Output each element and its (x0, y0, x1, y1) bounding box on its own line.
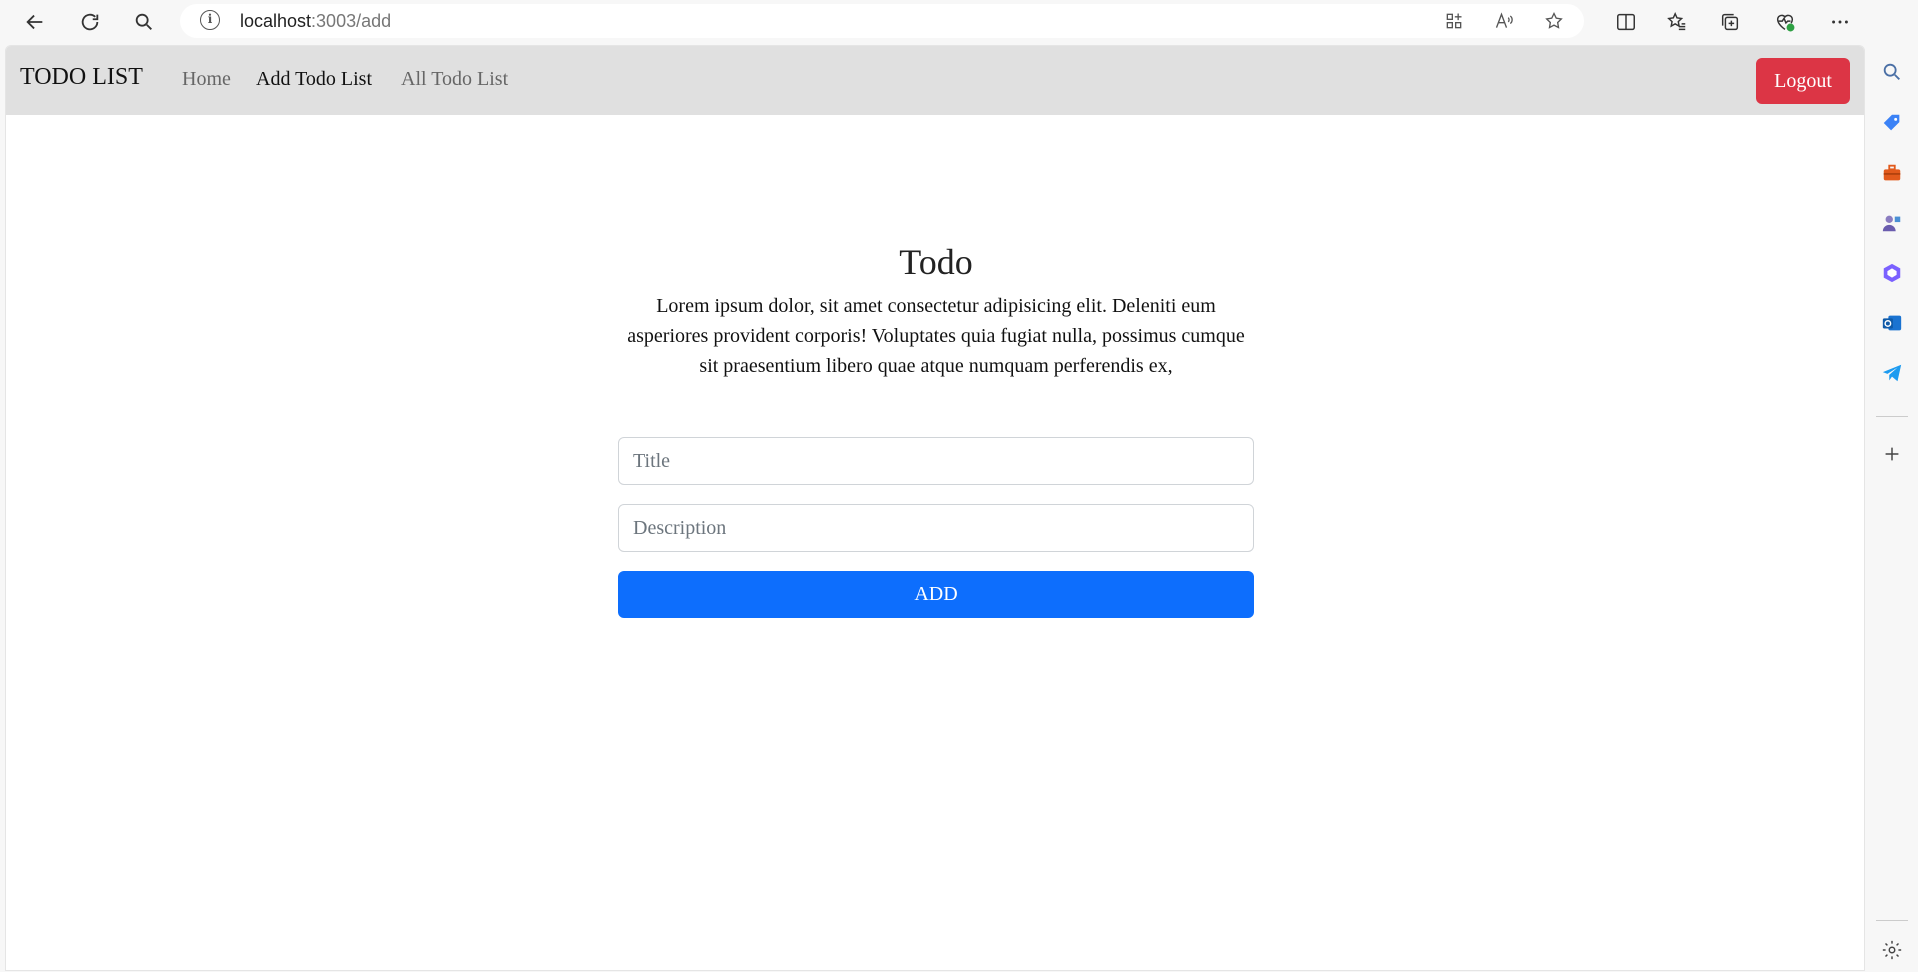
page-description: Lorem ipsum dolor, sit amet consectetur … (627, 295, 1245, 377)
read-aloud-icon[interactable] (1492, 9, 1516, 33)
nav-link-all-todo[interactable]: All Todo List (401, 68, 508, 91)
favorite-star-icon[interactable] (1542, 9, 1566, 33)
settings-icon[interactable] (1880, 938, 1904, 962)
office-icon[interactable] (1880, 261, 1904, 285)
logout-button[interactable]: Logout (1756, 58, 1850, 104)
edge-sidebar (1866, 0, 1918, 972)
page-title: Todo (899, 242, 973, 282)
url-text[interactable]: localhost:3003/add (240, 11, 391, 32)
collections-icon[interactable] (1716, 8, 1744, 36)
favorites-icon[interactable] (1663, 8, 1691, 36)
outlook-icon[interactable] (1880, 311, 1904, 335)
search-icon[interactable] (1880, 60, 1904, 84)
back-icon[interactable] (21, 8, 49, 36)
browser-toolbar: i localhost:3003/add (0, 0, 1918, 44)
nav-link-add-todo[interactable]: Add Todo List (256, 68, 372, 91)
telegram-icon[interactable] (1880, 361, 1904, 385)
sidebar-divider (1876, 416, 1908, 417)
page-viewport: TODO LIST Home Add Todo List All Todo Li… (5, 45, 1865, 971)
brand-title[interactable]: TODO LIST (20, 64, 143, 91)
refresh-icon[interactable] (76, 8, 104, 36)
split-screen-icon[interactable] (1612, 8, 1640, 36)
shopping-tag-icon[interactable] (1880, 111, 1904, 135)
search-icon[interactable] (130, 8, 158, 36)
add-todo-form: ADD (618, 437, 1254, 618)
add-button[interactable]: ADD (618, 571, 1254, 618)
apps-icon[interactable] (1442, 9, 1466, 33)
add-icon[interactable] (1880, 442, 1904, 466)
browser-essentials-icon[interactable] (1771, 8, 1799, 36)
title-input[interactable] (618, 437, 1254, 485)
navbar: TODO LIST Home Add Todo List All Todo Li… (6, 46, 1864, 115)
nav-link-home[interactable]: Home (182, 68, 231, 91)
people-icon[interactable] (1880, 211, 1904, 235)
more-icon[interactable] (1826, 8, 1854, 36)
todo-header: Todo Lorem ipsum dolor, sit amet consect… (618, 241, 1254, 381)
tools-icon[interactable] (1880, 161, 1904, 185)
sidebar-divider (1876, 920, 1908, 921)
address-bar[interactable]: i localhost:3003/add (180, 4, 1584, 38)
info-icon[interactable]: i (200, 10, 220, 30)
description-input[interactable] (618, 504, 1254, 552)
